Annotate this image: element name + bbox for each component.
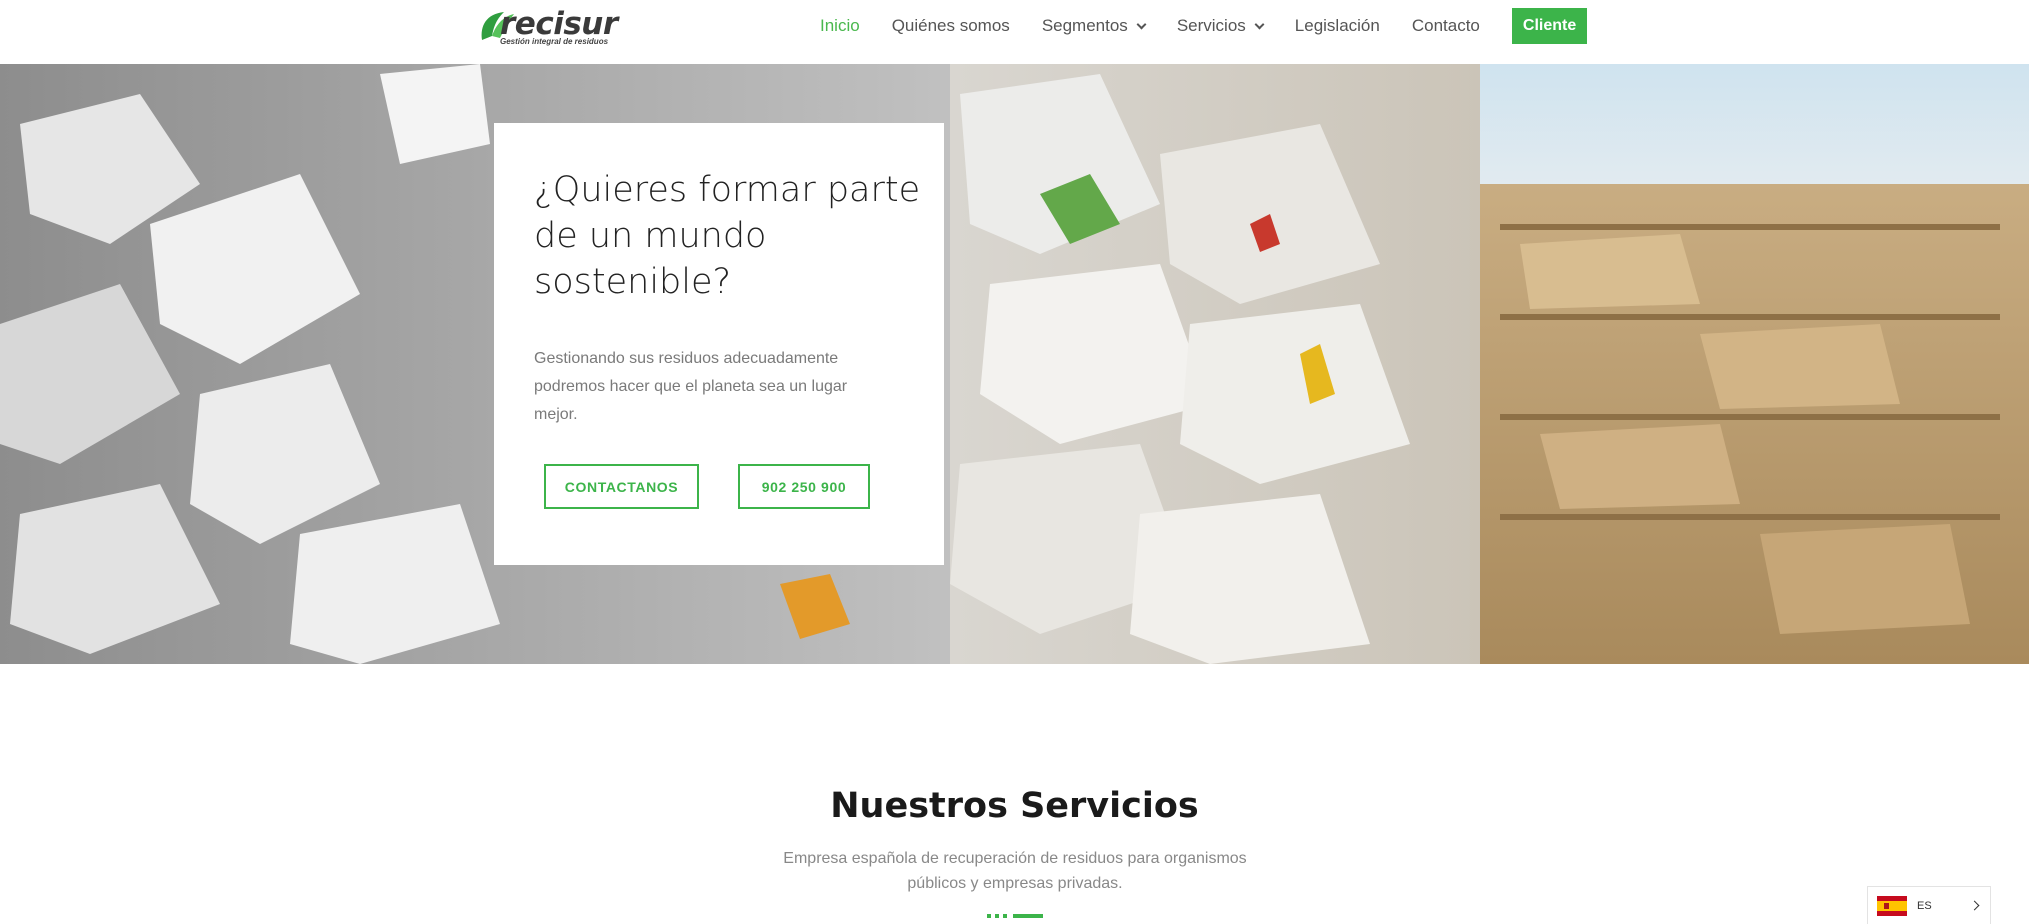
divider-dot	[1003, 914, 1007, 918]
nav-label: Contacto	[1411, 16, 1480, 35]
services-subtitle: Empresa española de recuperación de resi…	[783, 850, 1247, 892]
nav-label: Quiénes somos	[891, 16, 1010, 35]
nav-label: Legislación	[1294, 16, 1380, 35]
phone-button[interactable]: 902 250 900	[738, 464, 870, 509]
recisur-logo[interactable]: recisur Gestión integral de residuos	[478, 6, 618, 46]
nav-item-contacto[interactable]: Contacto	[1412, 16, 1480, 36]
nav-item-quienes-somos[interactable]: Quiénes somos	[892, 16, 1010, 36]
chevron-down-icon	[1136, 19, 1147, 29]
language-switcher[interactable]: ES	[1867, 886, 1991, 924]
hero-text: Gestionando sus residuos adecuadamente p…	[534, 350, 848, 423]
chevron-down-icon	[1254, 19, 1265, 29]
main-nav: Inicio Quiénes somos Segmentos Servicios…	[820, 0, 1588, 52]
hero-card: ¿Quieres formar parte de un mundo sosten…	[494, 123, 944, 565]
nav-item-legislacion[interactable]: Legislación	[1295, 16, 1380, 36]
spain-flag-icon	[1877, 895, 1907, 916]
nav-label: Servicios	[1176, 16, 1246, 35]
divider-line	[1013, 914, 1043, 918]
contactanos-button[interactable]: CONTACTANOS	[544, 464, 699, 509]
section-divider	[987, 914, 1043, 918]
recycled-paper-image	[0, 64, 2029, 664]
nav-item-servicios[interactable]: Servicios	[1176, 16, 1265, 36]
logo-tagline: Gestión integral de residuos	[500, 37, 609, 46]
chevron-right-icon	[1969, 900, 1980, 911]
nav-label: Inicio	[820, 16, 860, 35]
divider-dot	[995, 914, 999, 918]
hero-banner: ¿Quieres formar parte de un mundo sosten…	[0, 64, 2029, 664]
cliente-button[interactable]: Cliente	[1511, 8, 1588, 44]
language-code: ES	[1917, 899, 1932, 912]
logo-wordmark: recisur	[500, 6, 618, 42]
nav-item-segmentos[interactable]: Segmentos	[1041, 16, 1147, 36]
site-header: recisur Gestión integral de residuos Ini…	[0, 0, 2029, 64]
services-title: Nuestros Servicios	[830, 786, 1199, 826]
hero-title: ¿Quieres formar parte de un mundo sosten…	[534, 170, 921, 302]
nav-item-inicio[interactable]: Inicio	[820, 16, 860, 36]
divider-dot	[987, 914, 991, 918]
nav-label: Segmentos	[1041, 16, 1128, 35]
